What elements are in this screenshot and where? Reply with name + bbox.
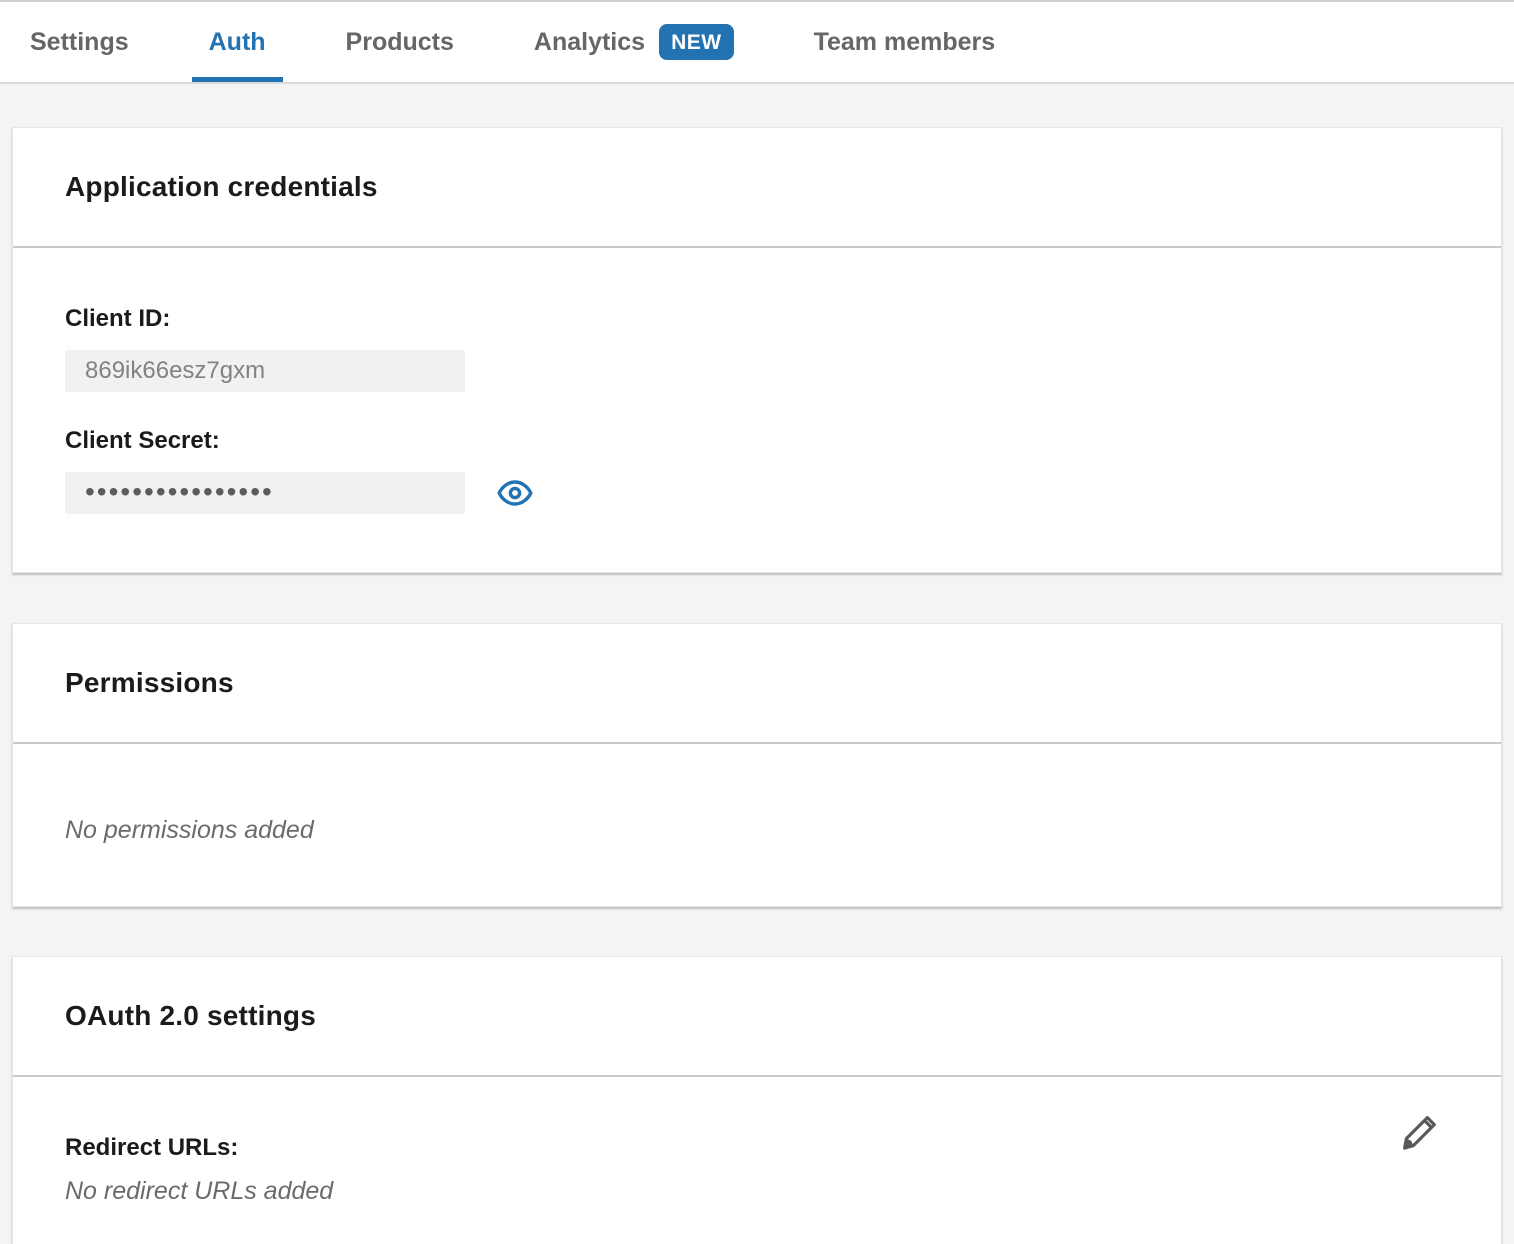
tab-team-members[interactable]: Team members [797,2,1013,82]
eye-icon [497,478,533,508]
redirect-urls-label: Redirect URLs: [65,1133,1449,1163]
tab-analytics-label: Analytics [534,28,645,57]
tab-auth-label: Auth [209,28,266,57]
tab-products-label: Products [346,28,454,57]
tab-products[interactable]: Products [329,2,471,82]
client-id-label: Client ID: [65,304,1449,334]
tab-bar: Settings Auth Products Analytics NEW Tea… [0,0,1514,84]
oauth-settings-card: OAuth 2.0 settings Redirect URLs: No red… [12,956,1502,1244]
permissions-card: Permissions No permissions added [12,623,1502,907]
tab-settings-label: Settings [30,28,129,57]
permissions-body: No permissions added [13,744,1501,906]
reveal-secret-button[interactable] [497,478,533,508]
permissions-header: Permissions [13,624,1501,742]
client-secret-field[interactable]: •••••••••••••••• [65,472,465,514]
spacer [65,392,1449,426]
application-credentials-header: Application credentials [13,128,1501,246]
oauth-settings-title: OAuth 2.0 settings [65,1000,316,1032]
tab-analytics[interactable]: Analytics NEW [517,2,751,82]
client-secret-row: •••••••••••••••• [65,472,1449,514]
permissions-title: Permissions [65,667,234,699]
application-credentials-card: Application credentials Client ID: 869ik… [12,127,1502,573]
oauth-settings-body: Redirect URLs: No redirect URLs added [13,1077,1501,1244]
client-secret-label: Client Secret: [65,426,1449,456]
pencil-icon [1399,1111,1441,1153]
main-content: Application credentials Client ID: 869ik… [0,127,1514,1244]
no-redirect-urls-text: No redirect URLs added [65,1177,333,1205]
client-id-field[interactable]: 869ik66esz7gxm [65,350,465,392]
oauth-settings-header: OAuth 2.0 settings [13,957,1501,1075]
no-permissions-text: No permissions added [65,816,314,844]
tab-team-members-label: Team members [814,28,996,57]
application-credentials-title: Application credentials [65,171,378,203]
tab-settings[interactable]: Settings [13,2,146,82]
edit-redirect-urls-button[interactable] [1399,1111,1441,1153]
new-badge: NEW [659,24,734,60]
application-credentials-body: Client ID: 869ik66esz7gxm Client Secret:… [13,248,1501,572]
tab-auth[interactable]: Auth [192,2,283,82]
